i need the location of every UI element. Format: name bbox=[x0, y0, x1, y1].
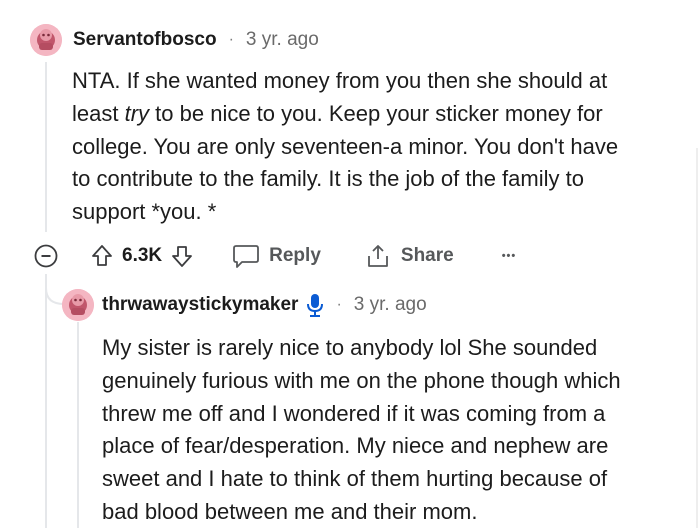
thread-line-root-lower[interactable] bbox=[45, 274, 47, 528]
scrollbar[interactable] bbox=[696, 148, 698, 528]
more-options-button[interactable]: ••• bbox=[502, 250, 517, 262]
reply-line: sweet and I hate to think of them hurtin… bbox=[102, 466, 608, 492]
snoo-avatar-icon bbox=[30, 24, 62, 56]
reply-line: My sister is rarely nice to anybody lol … bbox=[102, 335, 598, 360]
comment-body: NTA. If she wanted money from you then s… bbox=[72, 65, 618, 229]
reply-username[interactable]: thrwawaystickymaker bbox=[102, 294, 298, 316]
comment-line: least try to be nice to you. Keep your s… bbox=[72, 98, 618, 131]
timestamp: 3 yr. ago bbox=[245, 29, 319, 50]
upvote-button[interactable] bbox=[90, 244, 114, 268]
reply-label: Reply bbox=[269, 245, 321, 266]
thread-line-reply[interactable] bbox=[77, 322, 79, 528]
reply-line: threw me off and I wondered if it was co… bbox=[102, 400, 606, 426]
comment-line: college. You are only seventeen-a minor.… bbox=[72, 133, 619, 159]
collapse-button[interactable] bbox=[34, 244, 58, 268]
comment-action-bar: 6.3K Reply Share ••• bbox=[34, 236, 516, 276]
downvote-button[interactable] bbox=[170, 244, 194, 268]
username[interactable]: Servantofbosco bbox=[73, 29, 217, 51]
reply-button[interactable]: Reply bbox=[232, 243, 321, 269]
downvote-icon bbox=[172, 246, 193, 267]
comment-text: to be nice to you. Keep your sticker mon… bbox=[149, 100, 603, 126]
comment-bubble-icon bbox=[233, 245, 260, 268]
vote-count: 6.3K bbox=[122, 245, 163, 266]
reply-header: thrwawaystickymaker · 3 yr. ago bbox=[62, 288, 427, 322]
thread-line-root[interactable] bbox=[45, 62, 47, 232]
snoo-avatar-icon bbox=[62, 289, 94, 321]
comment-line: NTA. If she wanted money from you then s… bbox=[72, 68, 608, 93]
reply-line: place of fear/desperation. My niece and … bbox=[102, 433, 609, 459]
comment-emphasis: try bbox=[124, 100, 150, 126]
comment-line: support *you. * bbox=[72, 199, 217, 225]
share-icon bbox=[367, 245, 388, 267]
collapse-icon bbox=[34, 244, 58, 268]
avatar[interactable] bbox=[30, 24, 62, 56]
separator-dot: · bbox=[228, 31, 234, 48]
op-microphone-icon bbox=[307, 294, 324, 317]
reply-line: bad blood between me and their mom. bbox=[102, 498, 478, 524]
reply-timestamp: 3 yr. ago bbox=[353, 294, 427, 315]
reply-body: My sister is rarely nice to anybody lol … bbox=[102, 332, 621, 529]
share-label: Share bbox=[400, 245, 454, 266]
comment-text: least bbox=[72, 100, 125, 126]
upvote-icon bbox=[92, 245, 112, 266]
comment-header: Servantofbosco · 3 yr. ago bbox=[30, 23, 319, 57]
reply-avatar[interactable] bbox=[62, 289, 94, 321]
separator-dot: · bbox=[336, 296, 342, 313]
comment-line: to contribute to the family. It is the j… bbox=[72, 166, 584, 192]
share-button[interactable]: Share bbox=[365, 243, 454, 269]
reply-line: genuinely furious with me on the phone t… bbox=[102, 367, 621, 393]
